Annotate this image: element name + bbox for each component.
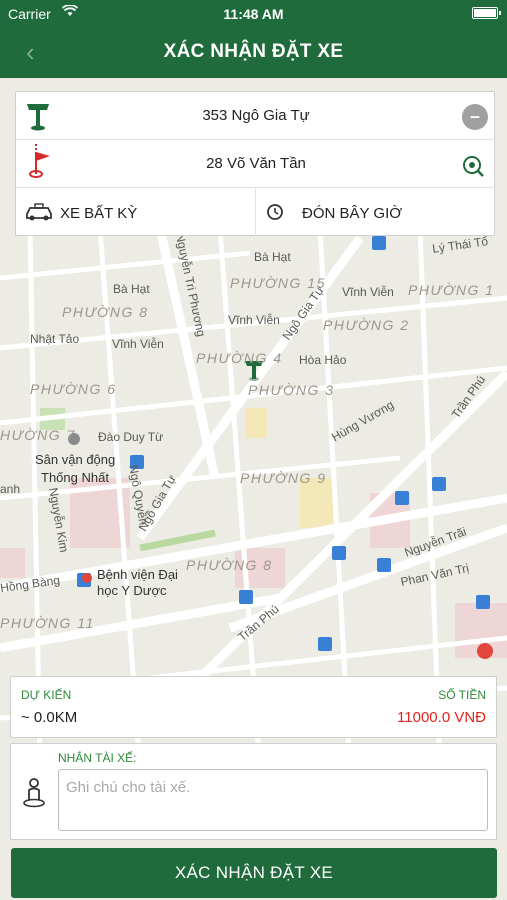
street-label: Nhật Tảo <box>30 332 80 346</box>
ward-label: PHƯỜNG 3 <box>248 382 335 398</box>
price-label: SỐ TIỀN <box>438 688 486 702</box>
ward-label: PHƯỜNG 8 <box>62 304 149 320</box>
ward-label: PHƯỜNG 8 <box>186 557 273 573</box>
trip-card: 353 Ngô Gia Tự – 28 Võ Văn Tần XE BẤT KỲ… <box>15 91 496 236</box>
street-label: Vĩnh Viễn <box>342 285 394 299</box>
ward-label: PHƯỜNG 4 <box>196 350 283 366</box>
street-label: Hòa Hảo <box>299 353 347 367</box>
street-label: Vĩnh Viễn <box>112 337 164 351</box>
price-value: 11000.0 VNĐ <box>397 709 486 726</box>
dropoff-row[interactable]: 28 Võ Văn Tần <box>16 140 496 188</box>
battery-icon <box>472 7 501 19</box>
ward-label: HƯỜNG 7 <box>0 427 76 443</box>
pickup-address: 353 Ngô Gia Tự <box>202 107 310 124</box>
street-label: Đào Duy Từ <box>98 430 164 444</box>
ward-label: PHƯỜNG 9 <box>240 470 327 486</box>
page-title: XÁC NHẬN ĐẶT XE <box>163 41 344 62</box>
vehicle-type-label: XE BẤT KỲ <box>60 205 138 222</box>
dropoff-address: 28 Võ Văn Tần <box>206 155 306 172</box>
ward-label: PHƯỜNG 11 <box>0 615 95 631</box>
hospital-icon <box>82 573 92 583</box>
estimate-panel: DỰ KIẾN ~ 0.0KM SỐ TIỀN 11000.0 VNĐ <box>10 676 497 738</box>
ward-label: PHƯỜNG 1 <box>408 282 495 298</box>
distance-value: ~ 0.0KM <box>21 709 78 726</box>
place-label: Sân vận động <box>35 452 116 467</box>
driver-icon <box>22 778 46 808</box>
pickup-time-option[interactable]: ĐÓN BÂY GIỜ <box>256 189 496 236</box>
street-label: Bà Hạt <box>254 250 291 264</box>
ward-label: PHƯỜNG 2 <box>323 317 410 333</box>
pickup-time-label: ĐÓN BÂY GIỜ <box>302 205 403 222</box>
driver-note-input[interactable] <box>58 769 488 831</box>
distance-label: DỰ KIẾN <box>21 688 72 702</box>
clock-icon <box>266 203 284 226</box>
pickup-row[interactable]: 353 Ngô Gia Tự – <box>16 92 496 140</box>
locate-icon[interactable] <box>462 155 484 177</box>
place-label: Thống Nhất <box>41 470 109 485</box>
options-row: XE BẤT KỲ ĐÓN BÂY GIỜ <box>16 189 496 236</box>
map-block <box>0 548 25 578</box>
confirm-booking-button[interactable]: XÁC NHẬN ĐẶT XE <box>11 848 497 898</box>
street-label: Vĩnh Viễn <box>228 313 280 327</box>
car-icon <box>24 203 54 226</box>
map-road <box>139 529 216 552</box>
status-time: 11:48 AM <box>223 6 284 22</box>
top-bar: Carrier 11:48 AM ‹ XÁC NHẬN ĐẶT XE <box>0 0 507 78</box>
place-label: học Y Dược <box>97 583 167 598</box>
hospital-icon <box>477 643 493 659</box>
map-block <box>245 408 267 438</box>
place-label: Bệnh viện Đại <box>97 567 178 582</box>
remove-icon[interactable]: – <box>462 104 488 130</box>
driver-note-panel: NHẮN TÀI XẾ: <box>10 743 497 840</box>
street-label: Bà Hạt <box>113 282 150 296</box>
status-bar: Carrier 11:48 AM <box>0 0 507 28</box>
ward-label: PHƯỜNG 6 <box>30 381 117 397</box>
driver-note-label: NHẮN TÀI XẾ: <box>58 751 137 765</box>
vehicle-type-option[interactable]: XE BẤT KỲ <box>16 189 256 236</box>
street-label: anh <box>0 482 21 496</box>
